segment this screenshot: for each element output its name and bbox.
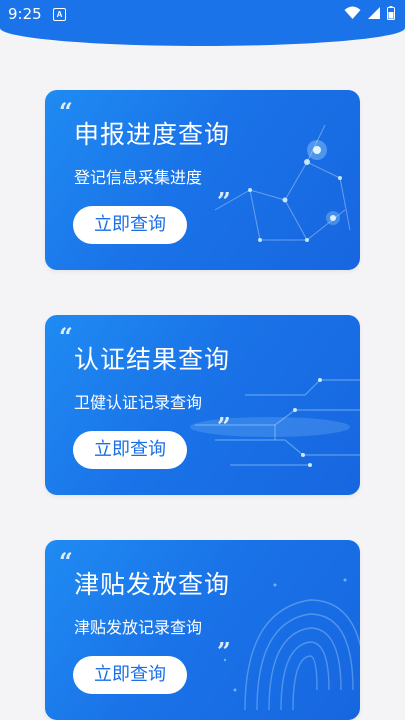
query-now-button[interactable]: 立即查询 [73,656,187,694]
quote-close-icon: ” [217,187,231,216]
allowance-query-card[interactable]: “ 津贴发放查询 津贴发放记录查询 ” 立即查询 [45,540,360,720]
notification-icon: A [53,8,66,21]
card-title: 申报进度查询 [74,120,231,149]
card-subtitle: 卫健认证记录查询 [74,393,203,412]
progress-query-card[interactable]: “ 申报进度查询 登记信息采集进度 ” 立即查询 [45,90,360,270]
query-now-button[interactable]: 立即查询 [73,431,187,469]
card-title: 认证结果查询 [74,345,231,374]
card-subtitle: 津贴发放记录查询 [74,618,203,637]
quote-open-icon: “ [59,97,73,126]
signal-icon [368,7,380,19]
status-time: 9:25 [8,5,42,23]
certification-query-card[interactable]: “ 认证结果查询 卫健认证记录查询 ” 立即查询 [45,315,360,495]
battery-icon [387,6,395,20]
quote-open-icon: “ [59,322,73,351]
status-icons [344,6,395,20]
quote-close-icon: ” [217,637,231,666]
status-bar: 9:25 A [0,0,405,28]
query-now-button[interactable]: 立即查询 [73,206,187,244]
quote-open-icon: “ [59,547,73,576]
card-subtitle: 登记信息采集进度 [74,168,203,187]
quote-close-icon: ” [217,412,231,441]
wifi-icon [344,6,361,19]
card-title: 津贴发放查询 [74,570,231,599]
